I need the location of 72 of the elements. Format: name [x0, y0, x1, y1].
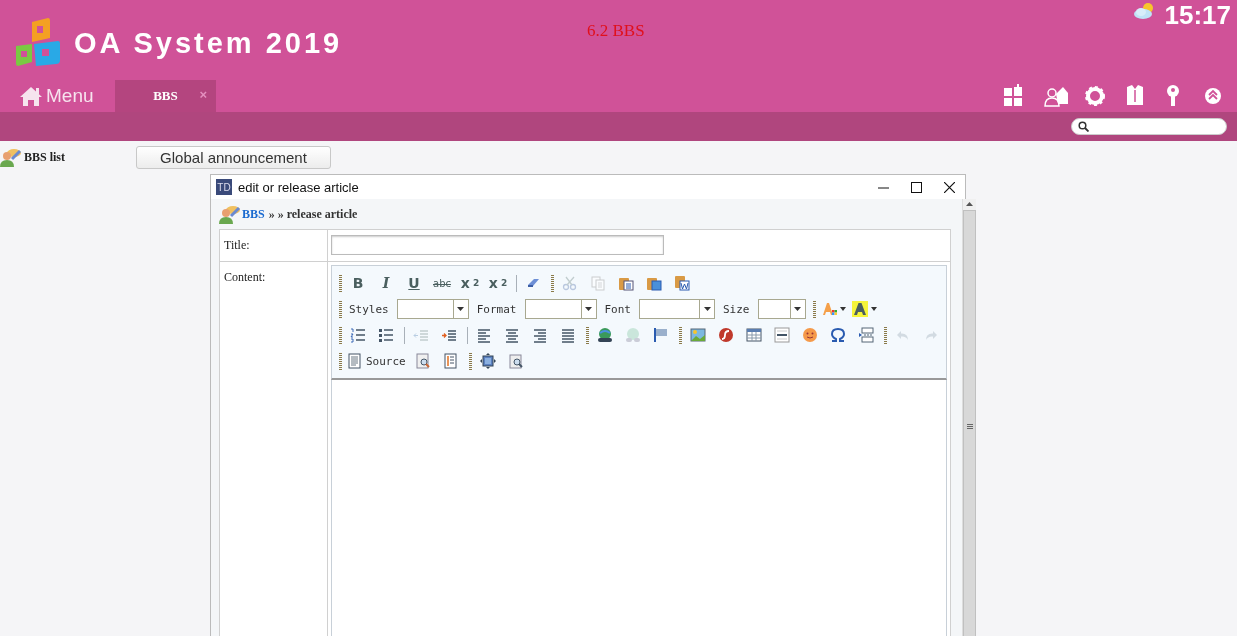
- smiley-icon[interactable]: [802, 327, 818, 343]
- bullet-list-icon[interactable]: [378, 327, 394, 343]
- underline-button[interactable]: U: [401, 272, 427, 294]
- menu-tab[interactable]: Menu: [46, 85, 94, 107]
- dropdown-field[interactable]: [396, 299, 469, 319]
- module-caption: 6.2 BBS: [587, 21, 645, 41]
- caret-icon[interactable]: [870, 307, 877, 311]
- table-icon[interactable]: [746, 327, 762, 343]
- select-label: Styles: [349, 302, 389, 316]
- bold-button[interactable]: B: [345, 272, 371, 294]
- source-label[interactable]: Source: [366, 354, 406, 368]
- indent-icon[interactable]: [441, 327, 457, 343]
- app-title: OA System 2019: [74, 26, 343, 60]
- horizontal-rule-icon[interactable]: [774, 327, 790, 343]
- superscript-button[interactable]: x$^{2}$: [485, 272, 511, 294]
- align-left-icon[interactable]: [476, 327, 492, 343]
- settings-icon[interactable]: [1084, 84, 1108, 108]
- numbered-list-icon[interactable]: [350, 327, 366, 343]
- caret-icon: [703, 307, 711, 311]
- image-icon[interactable]: [690, 327, 706, 343]
- paste-text-icon[interactable]: [646, 275, 662, 291]
- grip-icon: [966, 424, 973, 429]
- text-color-icon[interactable]: [820, 301, 837, 317]
- dropdown-field[interactable]: [639, 299, 715, 319]
- global-announcement-button[interactable]: Global announcement: [136, 145, 331, 169]
- weather-icon: [1132, 1, 1155, 20]
- breadcrumb-link[interactable]: BBS: [242, 206, 265, 222]
- maximize-icon[interactable]: [479, 353, 496, 369]
- users-icon: [0, 147, 22, 167]
- background-color-icon[interactable]: [851, 301, 868, 317]
- omega-icon[interactable]: [830, 327, 846, 343]
- scrollbar[interactable]: [962, 199, 976, 636]
- title-input[interactable]: [331, 235, 664, 255]
- select-label: Size: [723, 302, 750, 316]
- bbs-list-link[interactable]: BBS list: [24, 149, 65, 165]
- caret-icon: [457, 307, 465, 311]
- paste-icon[interactable]: [618, 275, 634, 291]
- align-right-icon[interactable]: [532, 327, 548, 343]
- document-icon[interactable]: [347, 353, 363, 369]
- flash-icon[interactable]: [718, 327, 734, 343]
- select-label: Format: [476, 302, 517, 316]
- search-field[interactable]: [1071, 118, 1227, 135]
- flag-icon[interactable]: [653, 327, 669, 343]
- select-label: Font: [604, 302, 631, 316]
- tab[interactable]: BBS ×: [115, 80, 216, 112]
- caret-icon: [585, 307, 592, 311]
- show-blocks-icon[interactable]: [507, 353, 524, 369]
- strikethrough-button[interactable]: abc: [429, 272, 455, 294]
- users-icon: [219, 204, 241, 224]
- align-center-icon[interactable]: [504, 327, 520, 343]
- justify-icon[interactable]: [560, 327, 576, 343]
- breadcrumb-text: » » release article: [268, 206, 358, 222]
- caret-icon: [794, 307, 801, 311]
- scroll-up-icon[interactable]: [966, 202, 973, 206]
- page-break-icon[interactable]: [858, 327, 874, 343]
- home-icon[interactable]: [20, 86, 42, 106]
- template-icon[interactable]: [442, 353, 459, 369]
- italic-button[interactable]: I: [373, 272, 399, 294]
- globe-link-icon[interactable]: [597, 327, 613, 343]
- maximize-window-icon[interactable]: [911, 181, 922, 193]
- caret-icon[interactable]: [839, 307, 846, 311]
- close-icon[interactable]: [944, 181, 955, 193]
- dropdown-field[interactable]: [524, 299, 597, 319]
- field-label: Title:: [220, 230, 328, 262]
- app-icon: TD: [216, 179, 232, 195]
- clock-time: 15:17: [1164, 0, 1231, 31]
- preview-icon[interactable]: [414, 353, 431, 369]
- field-label: Content:: [220, 262, 328, 636]
- dialog-title: edit or release article: [238, 179, 359, 195]
- dropdown-field[interactable]: [757, 299, 806, 319]
- search-icon: [1078, 121, 1089, 132]
- paste-word-icon[interactable]: [674, 275, 690, 291]
